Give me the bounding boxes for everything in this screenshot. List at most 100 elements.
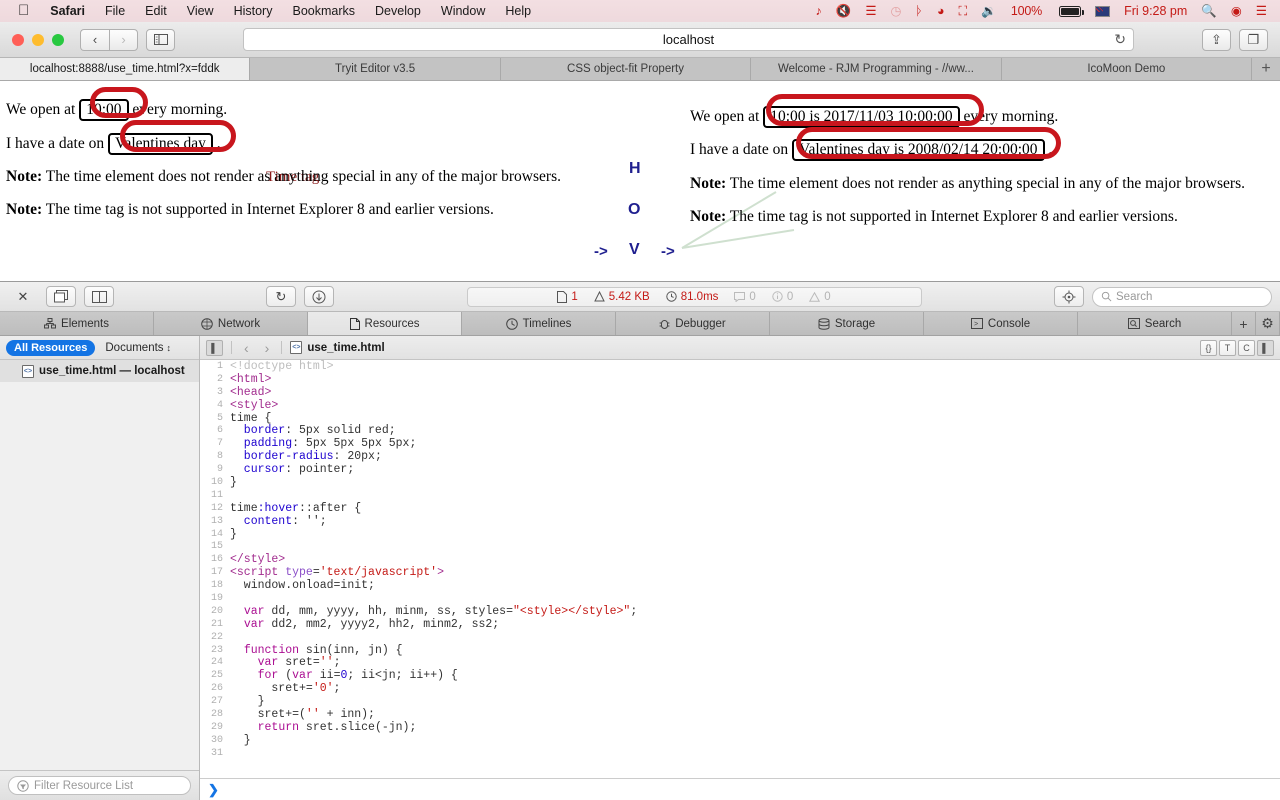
inspector-search-input[interactable]: Search bbox=[1092, 287, 1272, 307]
new-tab-button[interactable]: + bbox=[1252, 58, 1280, 80]
tab-timelines[interactable]: Timelines bbox=[462, 312, 616, 335]
tabs-overview-icon[interactable]: ❐ bbox=[1239, 29, 1268, 51]
menu-item-file[interactable]: File bbox=[95, 0, 135, 22]
line-number: 4 bbox=[200, 400, 230, 411]
menu-item-edit[interactable]: Edit bbox=[135, 0, 177, 22]
menu-item-window[interactable]: Window bbox=[431, 0, 495, 22]
back-button[interactable]: ‹ bbox=[80, 29, 109, 51]
line-number: 2 bbox=[200, 374, 230, 385]
share-icon[interactable]: ⇪ bbox=[1202, 29, 1231, 51]
flag-icon[interactable] bbox=[1088, 6, 1117, 17]
line-number: 8 bbox=[200, 451, 230, 462]
breadcrumb[interactable]: <> use_time.html bbox=[290, 341, 384, 354]
wifi-icon[interactable]: ◕ bbox=[930, 0, 952, 22]
browser-tab-4[interactable]: IcoMoon Demo bbox=[1002, 58, 1252, 80]
browser-tab-3[interactable]: Welcome - RJM Programming - //ww... bbox=[751, 58, 1001, 80]
filter-icon bbox=[17, 780, 29, 792]
filter-resource-input[interactable]: Filter Resource List bbox=[8, 776, 191, 795]
gear-icon[interactable]: ⚙ bbox=[1256, 312, 1280, 335]
search-icon bbox=[1128, 318, 1140, 329]
do-not-disturb-icon[interactable]: 🔇 bbox=[829, 0, 859, 22]
time-element-valentines[interactable]: Valentines day bbox=[108, 133, 213, 155]
inspector-tab-bar: Elements Network Resources Timelines Deb… bbox=[0, 312, 1280, 336]
source-code-viewer[interactable]: 1<!doctype html>2<html>3<head>4<style>5t… bbox=[200, 360, 1280, 778]
minimize-window-button[interactable] bbox=[32, 34, 44, 46]
line-number: 3 bbox=[200, 387, 230, 398]
code-line: 27 } bbox=[200, 695, 1280, 708]
time-element-opening-hours-hover[interactable]: 10:00 is 2017/11/03 10:00:00 bbox=[763, 106, 959, 128]
tab-console-label: Console bbox=[988, 318, 1030, 330]
close-icon[interactable]: ✕ bbox=[8, 286, 38, 307]
code-line: 28 sret+=('' + inn); bbox=[200, 708, 1280, 721]
menu-item-view[interactable]: View bbox=[177, 0, 224, 22]
pretty-print-button[interactable]: {} bbox=[1200, 340, 1217, 356]
sidebar-footer: Filter Resource List bbox=[0, 770, 199, 800]
time-element-valentines-hover[interactable]: Valentines day is 2008/02/14 20:00:00 bbox=[792, 139, 1045, 161]
code-line: 20 var dd, mm, yyyy, hh, minm, ss, style… bbox=[200, 605, 1280, 618]
inspector-status-bar: 1 5.42 KB 81.0ms 0 0 bbox=[467, 287, 922, 307]
browser-tab-1[interactable]: Tryit Editor v3.5 bbox=[250, 58, 500, 80]
battery-percent-label: 100% bbox=[1004, 0, 1049, 22]
menu-item-help[interactable]: Help bbox=[495, 0, 541, 22]
tab-console[interactable]: > Console bbox=[924, 312, 1078, 335]
reload-icon[interactable]: ↻ bbox=[1114, 31, 1126, 48]
tab-debugger[interactable]: Debugger bbox=[616, 312, 770, 335]
show-sidebar-icon[interactable]: ▌ bbox=[206, 340, 223, 356]
browser-tab-2[interactable]: CSS object-fit Property bbox=[501, 58, 751, 80]
forward-button[interactable]: › bbox=[109, 29, 138, 51]
right-sentence-1-after: every morning. bbox=[964, 108, 1059, 125]
address-bar[interactable]: localhost ↻ bbox=[243, 28, 1134, 51]
resource-type-select[interactable]: Documents ↕ bbox=[105, 342, 171, 354]
volume-icon[interactable]: 🔉 bbox=[974, 0, 1004, 22]
tab-elements[interactable]: Elements bbox=[0, 312, 154, 335]
code-line: 8 border-radius: 20px; bbox=[200, 450, 1280, 463]
battery-icon[interactable] bbox=[1049, 6, 1088, 17]
equalizer-icon[interactable]: ☰ bbox=[858, 0, 883, 22]
tab-debugger-label: Debugger bbox=[675, 318, 726, 330]
airplay-audio-icon[interactable]: ♪ bbox=[809, 0, 829, 22]
clock-label[interactable]: Fri 9:28 pm bbox=[1117, 0, 1194, 22]
download-icon[interactable] bbox=[304, 286, 334, 307]
line-number: 15 bbox=[200, 541, 230, 552]
time-element-opening-hours[interactable]: 10:00 bbox=[79, 99, 128, 121]
maximize-window-button[interactable] bbox=[52, 34, 64, 46]
tab-network[interactable]: Network bbox=[154, 312, 308, 335]
close-window-button[interactable] bbox=[12, 34, 24, 46]
reload-page-icon[interactable]: ↻ bbox=[266, 286, 296, 307]
inspect-element-icon[interactable] bbox=[1054, 286, 1084, 307]
expand-chevron-icon[interactable]: ❯ bbox=[208, 782, 219, 798]
spotlight-search-icon[interactable]: 🔍 bbox=[1194, 0, 1224, 22]
menu-item-bookmarks[interactable]: Bookmarks bbox=[282, 0, 365, 22]
menu-item-develop[interactable]: Develop bbox=[365, 0, 431, 22]
tab-storage[interactable]: Storage bbox=[770, 312, 924, 335]
dock-right-icon[interactable] bbox=[46, 286, 76, 307]
content-forward-button[interactable]: › bbox=[261, 340, 274, 356]
time-machine-icon[interactable]: ◷ bbox=[884, 0, 909, 22]
menu-item-history[interactable]: History bbox=[224, 0, 283, 22]
add-tab-button[interactable]: + bbox=[1232, 312, 1256, 335]
content-back-button[interactable]: ‹ bbox=[240, 340, 253, 356]
svg-text:>: > bbox=[974, 321, 978, 329]
left-note-2: Note: The time tag is not supported in I… bbox=[6, 202, 494, 218]
all-resources-pill[interactable]: All Resources bbox=[6, 340, 95, 356]
airplay-icon[interactable]: ⛶ bbox=[952, 0, 975, 22]
show-types-button[interactable]: T bbox=[1219, 340, 1236, 356]
sidebar-toggle-icon[interactable] bbox=[146, 29, 175, 51]
inspector-body: All Resources Documents ↕ <> use_time.ht… bbox=[0, 336, 1280, 800]
details-sidebar-toggle[interactable]: ▌ bbox=[1257, 340, 1274, 356]
left-note-1-label: Note: bbox=[6, 168, 42, 185]
compact-view-button[interactable]: C bbox=[1238, 340, 1255, 356]
browser-tab-0[interactable]: localhost:8888/use_time.html?x=fddk bbox=[0, 58, 250, 80]
dock-bottom-icon[interactable] bbox=[84, 286, 114, 307]
bluetooth-icon[interactable]: ᚦ bbox=[908, 0, 930, 22]
tab-search[interactable]: Search bbox=[1078, 312, 1232, 335]
menu-item-safari[interactable]: Safari bbox=[40, 0, 95, 22]
left-note-2-label: Note: bbox=[6, 201, 42, 218]
list-item[interactable]: <> use_time.html — localhost bbox=[0, 360, 199, 382]
resource-list[interactable]: <> use_time.html — localhost bbox=[0, 360, 199, 770]
siri-icon[interactable]: ◉ bbox=[1224, 0, 1249, 22]
notification-center-icon[interactable]: ☰ bbox=[1249, 0, 1274, 22]
apple-menu-icon[interactable]:  bbox=[6, 0, 40, 22]
tab-resources[interactable]: Resources bbox=[308, 312, 462, 335]
left-sentence-1-after: every morning. bbox=[132, 101, 227, 118]
